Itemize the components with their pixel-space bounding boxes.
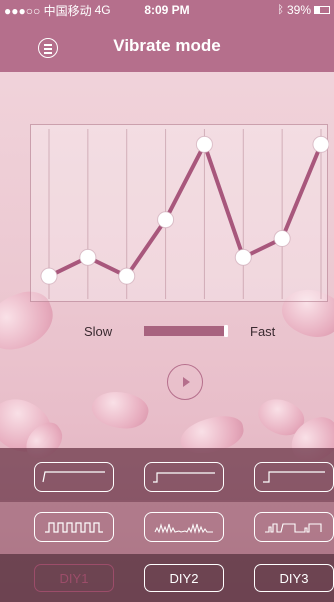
battery-percent: 39% [286, 3, 311, 17]
mode-row-steps [0, 448, 334, 502]
mode-pulse-1-button[interactable] [34, 512, 114, 542]
vibration-chart[interactable] [30, 124, 329, 302]
diy-row: DIY1 DIY2 DIY3 [0, 554, 334, 602]
app-screen: ●●●○○ 中国移动 4G 8:09 PM ᛒ 39% Vibrate mode… [0, 0, 334, 602]
vibration-point-handle[interactable] [118, 267, 136, 285]
carrier-label: ●●●○○ 中国移动 [4, 3, 92, 18]
vibration-chart-svg [40, 129, 329, 299]
speed-slider-knob[interactable] [224, 325, 228, 337]
burst-pattern-3-icon [265, 523, 322, 533]
speed-control: Slow Fast [0, 320, 334, 342]
vibration-point-handle[interactable] [312, 135, 329, 153]
speed-slider[interactable] [144, 325, 228, 337]
mode-step-1-button[interactable] [34, 462, 114, 492]
battery-icon [314, 6, 330, 14]
mode-panel: DIY1 DIY2 DIY3 [0, 448, 334, 602]
diy1-button[interactable]: DIY1 [34, 564, 114, 592]
vibration-point-handle[interactable] [157, 211, 175, 229]
speed-fast-label: Fast [250, 324, 276, 339]
page-title: Vibrate mode [113, 36, 221, 55]
speed-slow-label: Slow [84, 324, 113, 339]
pulse-pattern-1-icon [45, 522, 103, 533]
petal-decoration [88, 385, 152, 435]
speed-slider-fill [144, 326, 224, 336]
vibration-point-handle[interactable] [195, 135, 213, 153]
mode-step-3-button[interactable] [254, 462, 334, 492]
vibration-point-handle[interactable] [234, 248, 252, 266]
status-bar: ●●●○○ 中国移动 4G 8:09 PM ᛒ 39% [0, 0, 334, 20]
mode-row-pulses [0, 500, 334, 554]
mode-wave-2-button[interactable] [144, 512, 224, 542]
step-pattern-1-icon [42, 471, 105, 483]
vibration-point-handle[interactable] [79, 248, 97, 266]
vibration-point-handle[interactable] [40, 267, 58, 285]
battery-fill [315, 7, 321, 13]
play-button[interactable] [167, 364, 203, 400]
play-icon [182, 377, 190, 387]
vibration-point-handle[interactable] [273, 230, 291, 248]
diy3-button[interactable]: DIY3 [254, 564, 334, 592]
bluetooth-icon: ᛒ [277, 4, 284, 16]
step-pattern-3-icon [263, 471, 325, 483]
step-pattern-2-icon [153, 472, 215, 483]
diy2-button[interactable]: DIY2 [144, 564, 224, 592]
network-label: 4G [94, 3, 111, 17]
wave-pattern-2-icon [154, 523, 213, 534]
mode-burst-3-button[interactable] [254, 512, 334, 542]
app-header: Vibrate mode [0, 20, 334, 72]
mode-step-2-button[interactable] [144, 462, 224, 492]
